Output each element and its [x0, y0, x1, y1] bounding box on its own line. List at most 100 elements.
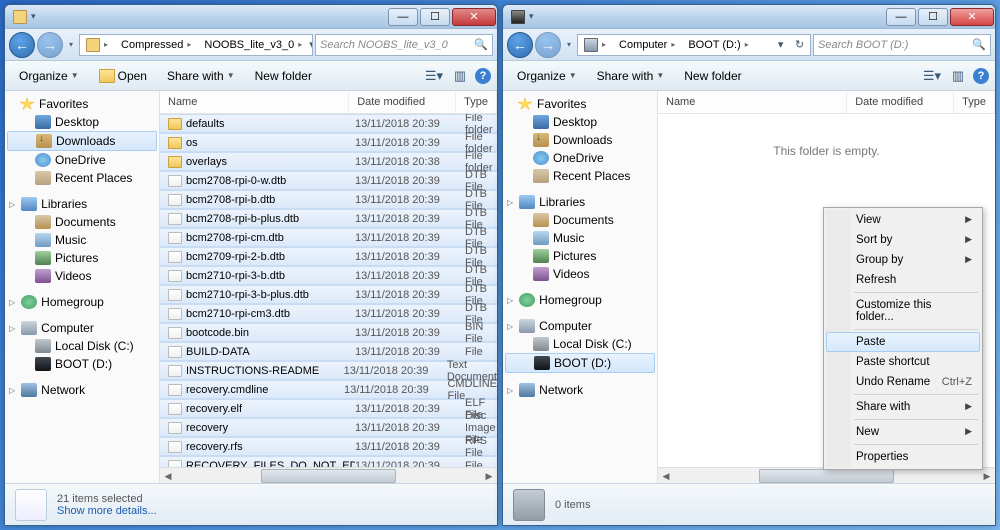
sidebar-head-homegroup[interactable]: ▷Homegroup [5, 293, 159, 311]
maximize-button[interactable]: ☐ [420, 8, 450, 26]
nav-forward-button[interactable]: → [535, 32, 561, 58]
col-name[interactable]: Name [658, 91, 847, 113]
search-icon[interactable]: 🔍 [474, 38, 488, 51]
table-row[interactable]: bcm2708-rpi-cm.dtb 13/11/2018 20:39 DTB … [160, 228, 497, 247]
col-type[interactable]: Type [954, 91, 995, 113]
view-mode-icon[interactable]: ☰▾ [921, 66, 943, 86]
titlebar[interactable]: ▾ — ☐ ✕ [5, 5, 497, 29]
menu-item-group-by[interactable]: Group by ▶ [826, 250, 980, 270]
table-row[interactable]: bcm2710-rpi-3-b-plus.dtb 13/11/2018 20:3… [160, 285, 497, 304]
new-folder-button[interactable]: New folder [247, 66, 320, 86]
address-bar[interactable]: ▸ Computer▸ BOOT (D:)▸ ▾ ↻ [577, 34, 811, 56]
sidebar-item-documents[interactable]: Documents [503, 211, 657, 229]
menu-item-properties[interactable]: Properties [826, 447, 980, 467]
address-drop-icon[interactable]: ▾ [309, 38, 313, 51]
view-mode-icon[interactable]: ☰▾ [423, 66, 445, 86]
sidebar-item-desktop[interactable]: Desktop [5, 113, 159, 131]
col-type[interactable]: Type [456, 91, 497, 113]
sidebar-item-videos[interactable]: Videos [503, 265, 657, 283]
preview-pane-icon[interactable]: ▥ [449, 66, 471, 86]
maximize-button[interactable]: ☐ [918, 8, 948, 26]
table-row[interactable]: overlays 13/11/2018 20:38 File folder [160, 152, 497, 171]
menu-item-refresh[interactable]: Refresh [826, 270, 980, 290]
sidebar-item-downloads[interactable]: Downloads [7, 131, 157, 151]
nav-back-button[interactable]: ← [507, 32, 533, 58]
sidebar-head-computer[interactable]: ▷Computer [503, 317, 657, 335]
sidebar-item-local-disk-c-[interactable]: Local Disk (C:) [5, 337, 159, 355]
sidebar-item-documents[interactable]: Documents [5, 213, 159, 231]
help-icon[interactable]: ? [475, 68, 491, 84]
menu-item-paste-shortcut[interactable]: Paste shortcut [826, 352, 980, 372]
sidebar-item-music[interactable]: Music [503, 229, 657, 247]
table-row[interactable]: bcm2708-rpi-0-w.dtb 13/11/2018 20:39 DTB… [160, 171, 497, 190]
address-bar[interactable]: ▸ Compressed▸ NOOBS_lite_v3_0▸ ▾ ↻ [79, 34, 313, 56]
menu-item-customize-this-folder-[interactable]: Customize this folder... [826, 295, 980, 327]
breadcrumb-seg-noobs[interactable]: NOOBS_lite_v3_0▸ [198, 35, 309, 55]
titlebar[interactable]: ▾ — ☐ ✕ [503, 5, 995, 29]
search-input[interactable]: Search BOOT (D:) 🔍 [813, 34, 991, 56]
scroll-left-icon[interactable]: ◀ [658, 468, 674, 483]
table-row[interactable]: bcm2708-rpi-b.dtb 13/11/2018 20:39 DTB F… [160, 190, 497, 209]
nav-history-drop[interactable]: ▾ [65, 40, 77, 49]
scroll-right-icon[interactable]: ▶ [481, 468, 497, 483]
table-row[interactable]: RECOVERY_FILES_DO_NOT_EDIT 13/11/2018 20… [160, 456, 497, 467]
sidebar-item-desktop[interactable]: Desktop [503, 113, 657, 131]
sidebar-item-boot-d-[interactable]: BOOT (D:) [5, 355, 159, 373]
menu-item-new[interactable]: New ▶ [826, 422, 980, 442]
menu-item-view[interactable]: View ▶ [826, 210, 980, 230]
table-row[interactable]: bcm2710-rpi-3-b.dtb 13/11/2018 20:39 DTB… [160, 266, 497, 285]
breadcrumb-seg-boot[interactable]: BOOT (D:)▸ [682, 35, 755, 55]
refresh-icon[interactable]: ↻ [795, 38, 804, 51]
scroll-left-icon[interactable]: ◀ [160, 468, 176, 483]
sidebar-item-pictures[interactable]: Pictures [5, 249, 159, 267]
nav-history-drop[interactable]: ▾ [563, 40, 575, 49]
show-details-link[interactable]: Show more details... [57, 505, 157, 517]
sidebar-head-libraries[interactable]: ▷Libraries [503, 193, 657, 211]
nav-forward-button[interactable]: → [37, 32, 63, 58]
sidebar-item-pictures[interactable]: Pictures [503, 247, 657, 265]
sidebar-head-favorites[interactable]: Favorites [5, 95, 159, 113]
menu-item-sort-by[interactable]: Sort by ▶ [826, 230, 980, 250]
table-row[interactable]: bcm2709-rpi-2-b.dtb 13/11/2018 20:39 DTB… [160, 247, 497, 266]
sidebar-item-boot-d-[interactable]: BOOT (D:) [505, 353, 655, 373]
menu-item-undo-rename[interactable]: Undo Rename Ctrl+Z [826, 372, 980, 392]
sidebar-item-videos[interactable]: Videos [5, 267, 159, 285]
content-area[interactable]: Name Date modified Type This folder is e… [658, 91, 995, 483]
col-date[interactable]: Date modified [847, 91, 954, 113]
open-button[interactable]: Open [91, 66, 155, 86]
organize-button[interactable]: Organize▼ [509, 66, 585, 86]
close-button[interactable]: ✕ [452, 8, 496, 26]
preview-pane-icon[interactable]: ▥ [947, 66, 969, 86]
table-row[interactable]: INSTRUCTIONS-README 13/11/2018 20:39 Tex… [160, 361, 497, 380]
menu-item-paste[interactable]: Paste [826, 332, 980, 352]
sidebar-head-favorites[interactable]: Favorites [503, 95, 657, 113]
table-row[interactable]: recovery 13/11/2018 20:39 Disc Image Fil… [160, 418, 497, 437]
minimize-button[interactable]: — [886, 8, 916, 26]
menu-item-share-with[interactable]: Share with ▶ [826, 397, 980, 417]
breadcrumb-root[interactable]: ▸ [578, 35, 613, 55]
sidebar-item-recent-places[interactable]: Recent Places [5, 169, 159, 187]
table-row[interactable]: bcm2710-rpi-cm3.dtb 13/11/2018 20:39 DTB… [160, 304, 497, 323]
share-with-button[interactable]: Share with▼ [589, 66, 673, 86]
sidebar-item-onedrive[interactable]: OneDrive [5, 151, 159, 169]
share-with-button[interactable]: Share with▼ [159, 66, 243, 86]
scroll-thumb[interactable] [759, 469, 894, 483]
sidebar-head-homegroup[interactable]: ▷Homegroup [503, 291, 657, 309]
col-date[interactable]: Date modified [349, 91, 456, 113]
sidebar-item-music[interactable]: Music [5, 231, 159, 249]
nav-back-button[interactable]: ← [9, 32, 35, 58]
table-row[interactable]: defaults 13/11/2018 20:39 File folder [160, 114, 497, 133]
close-button[interactable]: ✕ [950, 8, 994, 26]
sidebar-head-network[interactable]: ▷Network [5, 381, 159, 399]
col-name[interactable]: Name [160, 91, 349, 113]
sidebar-head-libraries[interactable]: ▷Libraries [5, 195, 159, 213]
search-icon[interactable]: 🔍 [972, 38, 986, 51]
new-folder-button[interactable]: New folder [676, 66, 749, 86]
sidebar-item-local-disk-c-[interactable]: Local Disk (C:) [503, 335, 657, 353]
organize-button[interactable]: Organize▼ [11, 66, 87, 86]
scroll-right-icon[interactable]: ▶ [979, 468, 995, 483]
scroll-thumb[interactable] [261, 469, 396, 483]
breadcrumb-seg-compressed[interactable]: Compressed▸ [115, 35, 198, 55]
breadcrumb-seg-computer[interactable]: Computer▸ [613, 35, 682, 55]
table-row[interactable]: recovery.rfs 13/11/2018 20:39 RFS File [160, 437, 497, 456]
